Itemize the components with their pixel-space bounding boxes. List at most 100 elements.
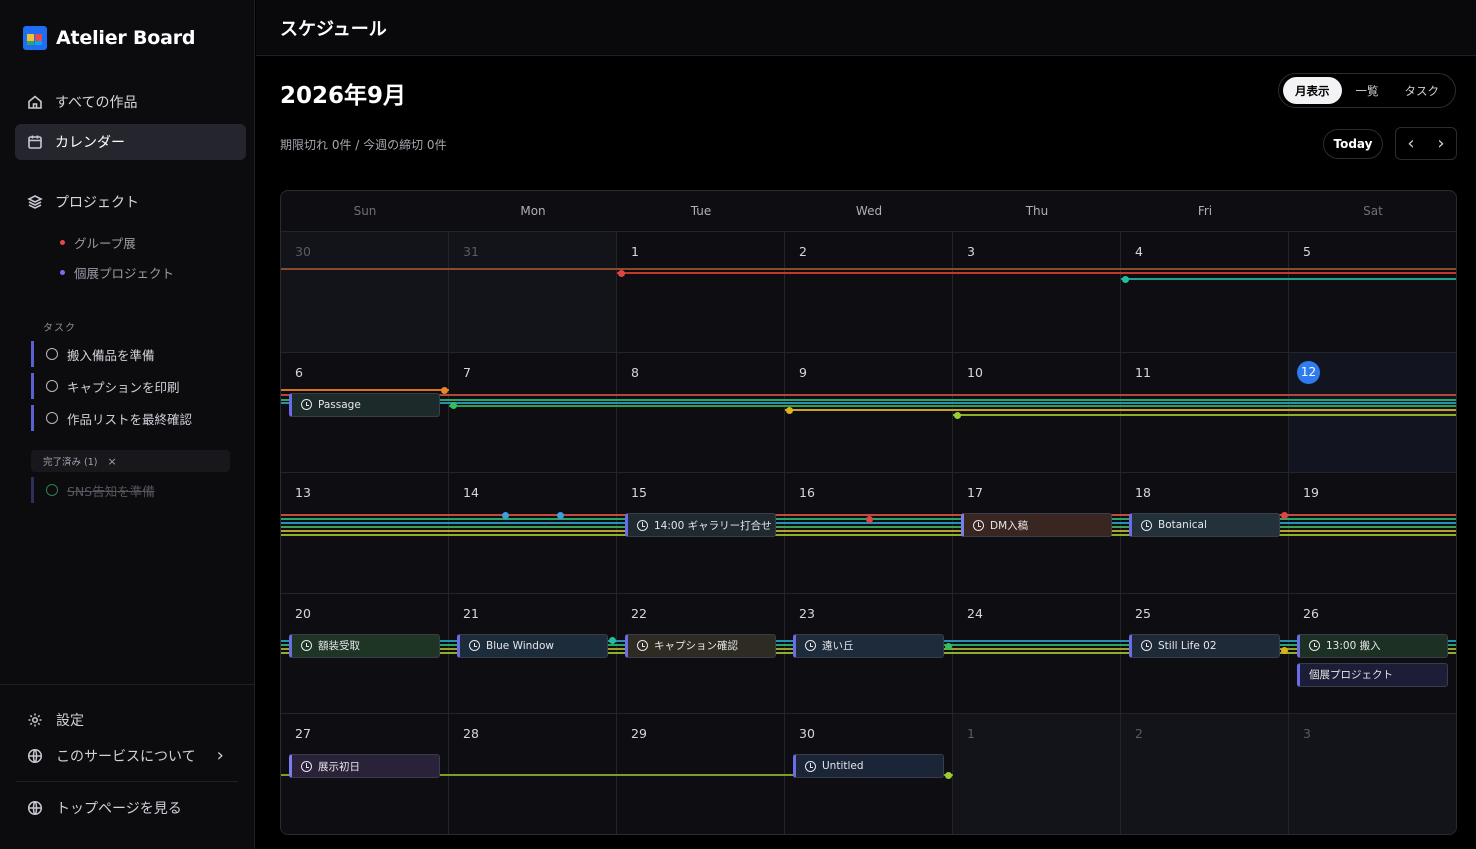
timeline-dot	[441, 386, 448, 394]
about-link[interactable]: このサービスについて ›	[27, 745, 224, 766]
task-checkbox[interactable]	[46, 412, 58, 424]
calendar-event[interactable]: 額装受取	[289, 633, 440, 658]
top-bar: スケジュール	[256, 0, 1476, 56]
month-nav: ‹ ›	[1395, 127, 1457, 160]
timeline-track	[785, 408, 1456, 411]
timeline-track	[281, 526, 1456, 529]
day-cell[interactable]: 2	[785, 232, 953, 353]
day-number: 5	[1303, 244, 1311, 259]
calendar-event[interactable]: 個展プロジェクト	[1297, 662, 1448, 687]
project-item-solo-show[interactable]: 個展プロジェクト	[60, 263, 174, 282]
calendar-event[interactable]: DM入稿	[961, 513, 1112, 538]
calendar-event[interactable]: Blue Window	[457, 633, 608, 658]
day-cell[interactable]: 2	[1121, 714, 1289, 834]
timeline-dot	[1122, 276, 1129, 283]
calendar-event[interactable]: Untitled	[793, 754, 944, 779]
task-label: 作品リストを最終確認	[67, 411, 193, 427]
calendar-event[interactable]: Still Life 02	[1129, 633, 1280, 658]
event-label: 13:00 搬入	[1326, 640, 1381, 653]
event-label: Still Life 02	[1158, 639, 1217, 652]
top-page-label: トップページを見る	[56, 801, 182, 817]
nav-calendar[interactable]: カレンダー	[15, 124, 246, 160]
event-label: 展示初日	[318, 760, 360, 773]
nav-calendar-label: カレンダー	[55, 135, 125, 151]
timeline-track	[281, 398, 1456, 401]
day-number: 22	[631, 605, 647, 621]
chevron-left-icon[interactable]: ‹	[1407, 133, 1414, 154]
day-cell[interactable]: 4	[1121, 232, 1289, 353]
check-circle-icon[interactable]	[46, 484, 58, 496]
today-button[interactable]: Today	[1323, 129, 1383, 159]
view-month-button[interactable]: 月表示	[1283, 77, 1342, 104]
timeline-track	[281, 268, 1456, 270]
task-item[interactable]: 作品リストを最終確認	[31, 405, 231, 431]
clock-icon	[301, 760, 312, 772]
month-calendar: Sun Mon Tue Wed Thu Fri Sat 30 31 1 2 3 4 5 6 7 8 9 10 11 1…	[280, 190, 1457, 835]
clock-icon	[805, 760, 816, 772]
day-cell[interactable]: 3	[1289, 714, 1456, 834]
deadline-summary: 期限切れ 0件 / 今週の締切 0件	[280, 138, 447, 152]
day-number: 30	[799, 726, 815, 742]
day-cell[interactable]: 1	[617, 232, 785, 353]
project-item-group-show[interactable]: グループ展	[60, 233, 136, 252]
event-label: Passage	[318, 398, 361, 411]
day-number: 17	[967, 485, 983, 501]
day-number: 9	[799, 364, 807, 380]
view-list-button[interactable]: 一覧	[1344, 77, 1391, 104]
brand[interactable]: Atelier Board	[23, 26, 196, 50]
event-label: 遠い丘	[822, 640, 854, 653]
timeline-dot	[786, 406, 793, 414]
brand-name: Atelier Board	[56, 27, 196, 49]
nav-projects[interactable]: プロジェクト	[15, 184, 246, 220]
clock-icon	[1141, 519, 1152, 531]
task-item[interactable]: 搬入備品を準備	[31, 341, 231, 367]
task-item[interactable]: キャプションを印刷	[31, 373, 231, 399]
day-cell[interactable]: 5	[1289, 232, 1456, 353]
top-page-link[interactable]: トップページを見る	[27, 798, 182, 818]
check-circle-icon	[301, 399, 312, 411]
clock-icon	[469, 640, 480, 652]
view-tasks-button[interactable]: タスク	[1393, 77, 1452, 104]
event-label: 14:00 ギャラリー打合せ	[654, 519, 772, 532]
task-label: 搬入備品を準備	[67, 347, 155, 363]
calendar-event[interactable]: Passage	[289, 392, 440, 417]
day-cell[interactable]: 8	[617, 352, 785, 474]
calendar-event[interactable]: 13:00 搬入	[1297, 633, 1448, 658]
weekday-label-sun: Sun	[353, 204, 377, 218]
day-number: 16	[799, 485, 815, 501]
day-cell[interactable]: 24	[953, 593, 1121, 715]
layers-icon	[27, 195, 43, 209]
main-content: スケジュール 2026年9月 期限切れ 0件 / 今週の締切 0件 月表示 一覧…	[256, 0, 1476, 849]
sidebar-divider	[0, 684, 255, 685]
day-number: 14	[463, 485, 479, 501]
timeline-dot	[1281, 646, 1288, 654]
day-cell[interactable]: 9	[785, 352, 953, 474]
timeline-dot	[609, 636, 616, 644]
calendar-event[interactable]: Botanical	[1129, 513, 1280, 538]
day-cell[interactable]: 30	[281, 232, 449, 353]
calendar-event[interactable]: 14:00 ギャラリー打合せ	[625, 513, 776, 538]
day-number: 30	[295, 244, 311, 259]
task-checkbox[interactable]	[46, 380, 58, 392]
day-cell[interactable]: 3	[953, 232, 1121, 353]
day-number: 28	[463, 726, 479, 742]
nav-all-works[interactable]: すべての作品	[15, 84, 246, 120]
weekday-header: Sun Mon Tue Wed Thu Fri Sat	[281, 191, 1456, 232]
day-cell[interactable]: 31	[449, 232, 617, 353]
timeline-track	[281, 534, 1456, 537]
day-number: 2	[1135, 726, 1143, 742]
day-cell[interactable]: 7	[449, 352, 617, 474]
settings-link[interactable]: 設定	[27, 710, 84, 730]
completed-task-item[interactable]: SNS告知を準備	[31, 477, 231, 503]
clock-icon	[973, 519, 984, 531]
calendar-event[interactable]: キャプション確認	[625, 633, 776, 658]
task-checkbox[interactable]	[46, 348, 58, 360]
calendar-event[interactable]: 遠い丘	[793, 633, 944, 658]
weekday-label-tue: Tue	[690, 204, 712, 218]
day-number: 20	[295, 605, 311, 621]
completed-toggle[interactable]: 完了済み (1) ×	[31, 450, 230, 472]
chevron-right-icon[interactable]: ›	[1437, 133, 1444, 154]
calendar-event[interactable]: 展示初日	[289, 754, 440, 779]
day-cell[interactable]: 1	[953, 714, 1121, 834]
close-icon[interactable]: ×	[107, 455, 116, 468]
